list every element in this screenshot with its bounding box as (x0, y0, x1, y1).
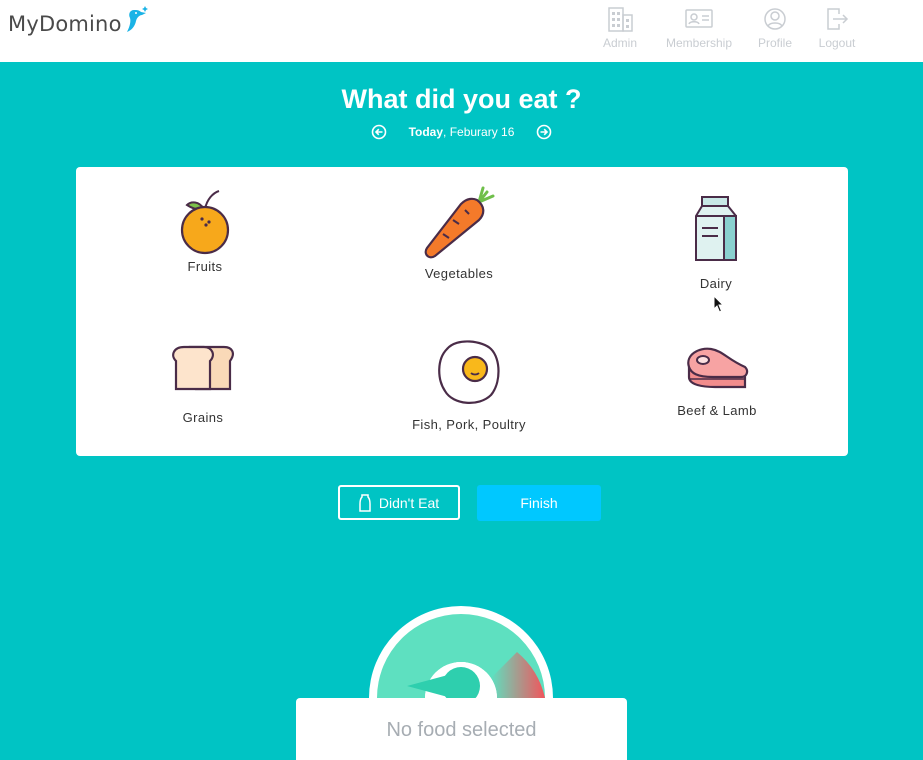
food-label: Fruits (187, 259, 223, 274)
next-day-arrow-icon[interactable] (536, 124, 552, 140)
id-card-icon (685, 9, 713, 28)
food-label: Vegetables (424, 266, 494, 281)
bird-logo-icon (126, 6, 148, 32)
logo-text: MyDomino (8, 12, 122, 36)
top-header: MyDomino Admin Membership Profile Logout (0, 0, 923, 62)
building-icon (608, 7, 633, 32)
nav-admin[interactable]: Admin (600, 6, 640, 50)
page-title: What did you eat ? (341, 84, 582, 114)
nav-membership[interactable]: Membership (663, 6, 735, 50)
finish-label: Finish (520, 495, 558, 511)
food-grains[interactable]: Grains (153, 341, 253, 425)
nav-label: Logout (818, 36, 856, 50)
bread-icon (172, 345, 234, 391)
gauge-status-text: No food selected (386, 719, 537, 741)
steak-icon (687, 347, 749, 389)
nav-logout[interactable]: Logout (815, 6, 859, 50)
food-beef-lamb[interactable]: Beef & Lamb (662, 345, 772, 418)
user-circle-icon (764, 8, 786, 30)
food-vegetables[interactable]: Vegetables (409, 186, 509, 281)
current-date: Today, Feburary 16 (409, 125, 515, 139)
nav-label: Admin (602, 36, 637, 50)
egg-icon (438, 340, 500, 404)
food-label: Grains (182, 410, 224, 425)
carrot-icon (424, 186, 495, 259)
nutrition-gauge (369, 606, 553, 710)
orange-icon (180, 190, 230, 255)
food-label: Dairy (699, 276, 733, 291)
logout-icon (827, 8, 849, 30)
food-dairy[interactable]: Dairy (666, 194, 766, 291)
food-fish-pork-poultry[interactable]: Fish, Pork, Poultry (399, 339, 539, 432)
didnt-eat-button[interactable]: Didn't Eat (338, 485, 460, 520)
gauge-status-panel: No food selected (296, 698, 627, 760)
didnt-eat-label: Didn't Eat (378, 494, 440, 511)
date-today: Today (408, 125, 444, 139)
mouse-cursor-icon (713, 295, 725, 313)
food-category-card: Fruits Vegetables Dairy Grains Fish, Por… (76, 167, 848, 456)
previous-day-arrow-icon[interactable] (371, 124, 387, 140)
food-label: Beef & Lamb (677, 403, 757, 418)
finish-button[interactable]: Finish (477, 485, 601, 521)
date-value: , Feburary 16 (443, 125, 515, 139)
nav-label: Membership (665, 36, 733, 50)
date-navigator: Today, Feburary 16 (0, 124, 923, 140)
empty-plate-icon (359, 493, 371, 512)
food-fruits[interactable]: Fruits (155, 187, 255, 274)
nav-profile[interactable]: Profile (755, 6, 795, 50)
milk-carton-icon (695, 196, 737, 261)
nav-label: Profile (757, 36, 792, 50)
app-logo[interactable]: MyDomino (8, 6, 150, 36)
food-label: Fish, Pork, Poultry (412, 417, 526, 432)
